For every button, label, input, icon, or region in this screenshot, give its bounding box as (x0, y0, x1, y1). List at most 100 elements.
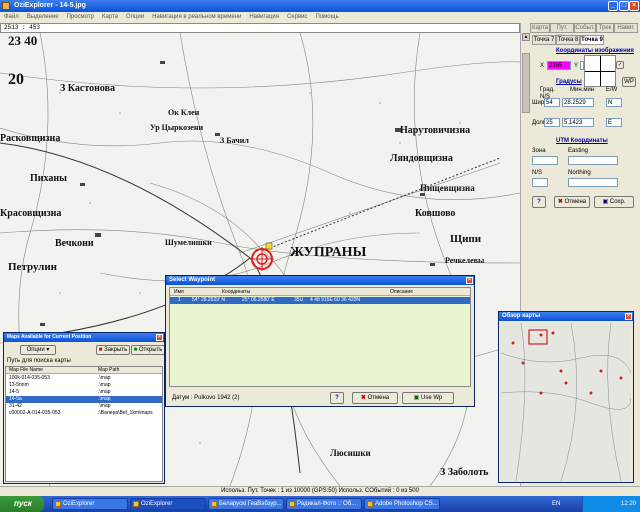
start-label: пуск (14, 499, 32, 508)
tab-map[interactable]: Карта (530, 23, 550, 33)
wp-button[interactable]: WP (622, 77, 636, 87)
map-list-row[interactable]: c00002-A-014-035-053 .\Валера\Bel_1km\map… (6, 410, 162, 417)
image-coords-title: Координаты изображения (556, 48, 634, 54)
map-path-label: Путь для поиска карты (7, 358, 71, 364)
start-button[interactable]: пуск (0, 496, 44, 512)
task-browser-2[interactable]: Радикал-Фото :: Об... (286, 498, 362, 510)
checkbox-icon[interactable]: ✓ (616, 61, 624, 69)
map-list-row[interactable]: 31-42 .\map (6, 403, 162, 410)
tab-point-9[interactable]: Точка 9 (580, 35, 604, 45)
map-file-name: c00002-A-014-035-053 (9, 410, 61, 416)
overview-close-icon[interactable]: × (625, 313, 632, 320)
browser-icon (289, 501, 295, 507)
taskbar: пуск OziExplorer OziExplorer Беларускі Г… (0, 496, 640, 512)
options-label: Опции (26, 347, 45, 353)
maps-window-titlebar: Maps Available for Current Position × (4, 333, 164, 342)
overview-window: Обзор карты × (498, 311, 634, 483)
easting-input[interactable] (568, 156, 618, 165)
maps-open-label: Открыть (138, 347, 163, 353)
cancel-button[interactable]: ✖ Отмена (554, 196, 590, 208)
map-list-row[interactable]: 14-5 .\map (6, 389, 162, 396)
col-deg: Град. (540, 87, 555, 93)
waypoint-row[interactable]: 1 54° 28.2529' N 25° 05.2580' E 35U 4 48… (170, 297, 470, 304)
menu-item[interactable]: Помощь (312, 12, 343, 23)
clock: 12:20 (620, 501, 636, 507)
task-label: OziExplorer (141, 501, 173, 507)
close-window-button[interactable]: × (629, 1, 639, 11)
tab-point-8[interactable]: Точка 8 (556, 35, 580, 45)
waypoint-cancel-button[interactable]: ✖ Отмена (352, 392, 398, 404)
save-icon: ▣ (602, 199, 610, 205)
task-browser-1[interactable]: Беларускі ГеаВэбзур... (208, 498, 284, 510)
map-path: .\map (98, 396, 111, 402)
map-list-row[interactable]: 13-5nnm .\map (6, 382, 162, 389)
tab-waypoints[interactable]: Пут. точ. (550, 23, 574, 40)
header-description[interactable]: Описание (390, 289, 413, 295)
task-oziexplorer-2[interactable]: OziExplorer (130, 498, 206, 510)
header-map-file-name[interactable]: Map File Name (9, 367, 43, 373)
minimize-button[interactable]: _ (608, 1, 618, 11)
waypoint-help-button[interactable]: ? (330, 392, 344, 404)
task-oziexplorer-1[interactable]: OziExplorer (52, 498, 128, 510)
map-list-row[interactable]: 100k-014-035-053 .\map (6, 375, 162, 382)
lon-hemisphere-select[interactable]: E (606, 118, 622, 127)
maps-open-button[interactable]: ■ Открыть (131, 345, 164, 355)
coordinate-readout: 2513 : 453 (0, 23, 520, 33)
map-label-rechkelivy: Речкелевы (445, 256, 485, 265)
header-coords[interactable]: Координаты (222, 289, 250, 295)
menu-item[interactable]: Навигация (245, 12, 283, 23)
menu-bar: Файл Выделение Просмотр Карта Опции Навигация… (0, 12, 640, 23)
header-map-path[interactable]: Map Path (98, 367, 119, 373)
overview-map[interactable] (501, 323, 631, 481)
menu-item[interactable]: Файл (0, 12, 23, 23)
save-button[interactable]: ▣ Сохр. (594, 196, 634, 208)
use-wp-button[interactable]: ▣ Use Wp (402, 392, 454, 404)
map-path: .\map (98, 375, 111, 381)
easting-label: Easting (568, 148, 589, 154)
map-label-raskovschizna: Расковщизна (0, 133, 61, 144)
menu-item[interactable]: Опции (122, 12, 148, 23)
waypoint-dialog-titlebar: Select Waypoint × (166, 276, 474, 285)
northing-input[interactable] (568, 178, 618, 187)
overview-titlebar: Обзор карты × (499, 312, 633, 321)
tab-point-7[interactable]: Точка 7 (532, 35, 556, 45)
map-label-zhuprany: ЖУПРАНЫ (290, 245, 367, 260)
options-dropdown[interactable]: Опции ▾ (20, 345, 56, 355)
menu-item[interactable]: Навигация в реальном времени (148, 12, 245, 23)
map-path: .\Валера\Bel_1km\maps (98, 410, 153, 416)
window-titlebar: OziExplorer - 14-5.jpg _ □ × (0, 0, 640, 12)
menu-item[interactable]: Выделение (23, 12, 63, 23)
maps-close-button[interactable]: ■ Закрыть (96, 345, 130, 355)
task-label: Беларускі ГеаВэбзур... (219, 501, 282, 507)
maps-close-label: Закрыть (104, 347, 128, 353)
northing-label: Northing (568, 170, 591, 176)
maximize-button[interactable]: □ (619, 1, 629, 11)
system-tray: 12:20 (582, 496, 640, 512)
lon-min-input[interactable]: 5.1423 (562, 118, 594, 127)
x-input[interactable]: 2385 (547, 61, 571, 70)
header-name[interactable]: Имя (174, 289, 184, 295)
tab-nav[interactable]: Навиг. (614, 23, 638, 33)
menu-item[interactable]: Сервис (283, 12, 312, 23)
lon-deg-input[interactable]: 25 (544, 118, 560, 127)
lat-min-input[interactable]: 28.2529 (562, 98, 594, 107)
tab-track[interactable]: Трек (596, 23, 614, 33)
map-list-row[interactable]: 14-5a .\map (6, 396, 162, 403)
waypoint-dialog-close-icon[interactable]: × (466, 277, 473, 284)
status-bar: Использ. Пут. Точек : 1 из 10000 (GPS:50… (0, 486, 640, 496)
scroll-thumb[interactable] (522, 53, 530, 113)
menu-item[interactable]: Просмотр (63, 12, 98, 23)
lat-hemisphere-select[interactable]: N (606, 98, 622, 107)
use-wp-icon: ▣ (413, 395, 421, 401)
maps-window-close-icon[interactable]: × (156, 334, 163, 341)
tab-events[interactable]: Событ. (574, 23, 596, 33)
map-path: .\map (98, 389, 111, 395)
task-photoshop[interactable]: Adobe Photoshop CS... (364, 498, 440, 510)
language-indicator[interactable]: EN (552, 496, 560, 512)
scroll-up-icon[interactable]: ▲ (522, 33, 530, 41)
ns-select[interactable] (532, 178, 548, 187)
help-button[interactable]: ? (532, 196, 546, 208)
zone-input[interactable] (532, 156, 558, 165)
lat-deg-input[interactable]: 54 (544, 98, 560, 107)
menu-item[interactable]: Карта (98, 12, 122, 23)
